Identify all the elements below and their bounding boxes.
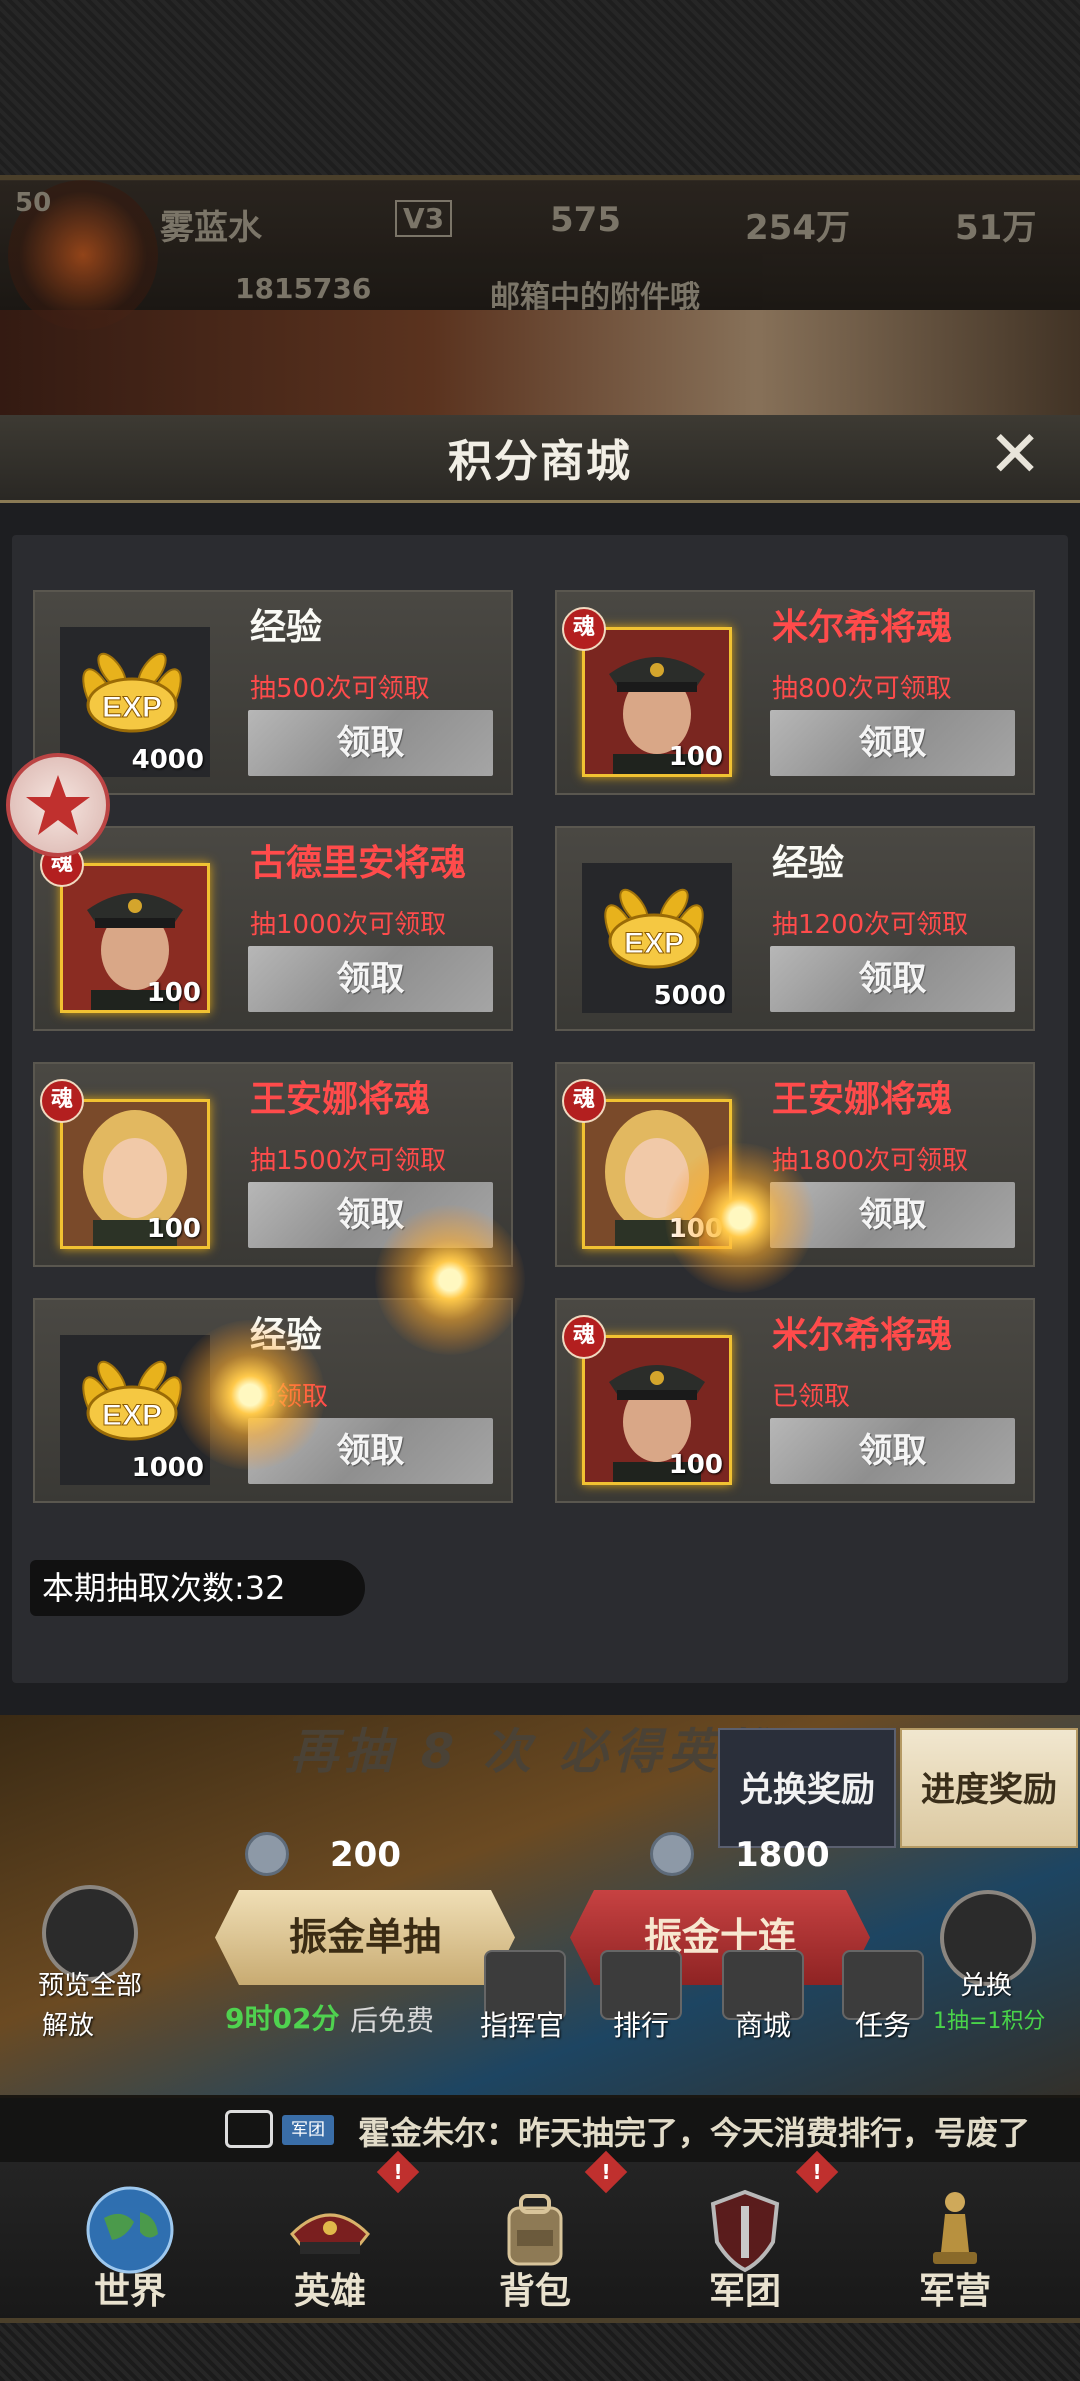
draw-count-label: 本期抽取次数:32 [30,1560,365,1616]
reward-quantity: 100 [668,1450,723,1480]
claim-button[interactable]: 领取 [248,710,493,776]
claim-button[interactable]: 领取 [770,1418,1015,1484]
claim-button[interactable]: 领取 [248,946,493,1012]
tab-progress-rewards[interactable]: 进度奖励 [900,1728,1078,1848]
reward-condition: 抽500次可领取 [250,674,430,704]
player-level: 50 [15,188,52,218]
soul-badge-icon: 魂 [562,1315,606,1359]
reward-quantity: 100 [146,1214,201,1244]
guarantee-banner: 再抽 8 次 必得英雄 [290,1724,776,1780]
reward-quantity: 5000 [653,981,726,1011]
currency-coin-icon [650,1832,694,1876]
soul-badge-icon: 魂 [562,1079,606,1123]
reward-title: 经验 [250,607,323,648]
player-hud: 50 雾蓝水 V3 575 254万 51万 1815736 邮箱中的附件哦 [0,180,1080,330]
claim-button[interactable]: 领取 [770,946,1015,1012]
top-background-strip [0,0,1080,181]
hero-portrait[interactable]: 100 [582,1335,732,1485]
reward-title: 米尔希将魂 [772,607,953,648]
hero-portrait[interactable]: 100 [582,627,732,777]
svg-text:EXP: EXP [624,927,684,960]
reward-condition: 抽1800次可领取 [772,1146,969,1176]
favorite-star-icon[interactable] [6,753,110,857]
alert-badge: ! [376,2150,420,2194]
reward-quantity: 1000 [131,1453,204,1483]
reward-title: 王安娜将魂 [772,1079,953,1120]
power-value: 1815736 [235,272,372,305]
resource-3[interactable]: 51万 [955,200,1036,249]
alert-badge: ! [584,2150,628,2194]
player-name: 雾蓝水 [160,208,262,248]
reward-card: 100 魂 米尔希将魂抽800次可领取领取 [555,590,1035,795]
reward-condition: 抽800次可领取 [772,674,952,704]
claim-button[interactable]: 领取 [770,710,1015,776]
free-suffix: 后免费 [350,2004,435,2037]
menu-shop[interactable]: 商城 [735,2004,791,2044]
single-draw-cost: 200 [330,1835,401,1875]
reward-card: 100 魂 米尔希将魂已领取领取 [555,1298,1035,1503]
reward-quantity: 100 [668,742,723,772]
hud-shortcuts-background [0,310,1080,420]
vip-badge[interactable]: V3 [395,200,453,237]
exchange-rate: 1抽=1积分 [933,2009,1046,2034]
reward-quantity: 100 [146,978,201,1008]
soul-badge-icon: 魂 [562,607,606,651]
resource-2[interactable]: 254万 [745,200,850,249]
reward-condition: 抽1200次可领取 [772,910,969,940]
reward-title: 经验 [772,843,845,884]
reward-condition: 抽1000次可领取 [250,910,447,940]
preview-all-label[interactable]: 预览全部 [38,1965,142,2002]
nav-label: 英雄 [293,2271,366,2312]
nav-label: 世界 [93,2271,166,2312]
tab-exchange-rewards[interactable]: 兑换奖励 [718,1728,896,1848]
close-icon[interactable]: ✕ [985,420,1045,490]
svg-text:EXP: EXP [102,691,162,724]
hero-portrait[interactable]: 100 [60,863,210,1013]
free-countdown: 9时02分 [225,2002,340,2035]
alert-badge: ! [795,2150,839,2194]
soul-badge-icon: 魂 [40,1079,84,1123]
exchange-label[interactable]: 兑换 [960,1965,1012,2002]
modal-title: 积分商城 [448,436,632,487]
menu-tasks[interactable]: 任务 [855,2004,911,2044]
unlock-label[interactable]: 解放 [42,2005,94,2042]
resource-1[interactable]: 575 [550,200,621,240]
nav-label: 军营 [918,2271,991,2312]
sparkle-effect [375,1205,525,1355]
ten-draw-cost: 1800 [735,1835,830,1875]
nav-label: 军团 [708,2271,781,2312]
bottom-decor-strip [0,2318,1080,2381]
exp-medal-icon[interactable]: EXP 4000 [60,627,210,777]
exp-medal-icon[interactable]: EXP 5000 [582,863,732,1013]
reward-card: EXP 5000 经验抽1200次可领取领取 [555,826,1035,1031]
reward-condition: 已领取 [772,1382,851,1412]
reward-title: 王安娜将魂 [250,1079,431,1120]
menu-ranking[interactable]: 排行 [613,2004,669,2044]
reward-title: 米尔希将魂 [772,1315,953,1356]
sparkle-effect [175,1320,325,1470]
single-draw-button[interactable]: 振金单抽 [215,1890,515,1985]
reward-card: 100 魂古德里安将魂 抽1000次可领取 领取 [33,826,513,1031]
reward-quantity: 4000 [131,745,204,775]
sparkle-effect [665,1143,815,1293]
chat-message[interactable]: 霍金朱尔：昨天抽完了，今天消费排行，号废了 [358,2108,1030,2154]
svg-text:EXP: EXP [102,1399,162,1432]
chat-channel-tag: 军团 [282,2115,334,2145]
reward-title: 古德里安将魂 [250,843,467,884]
nav-label: 背包 [498,2271,571,2312]
reward-condition: 抽1500次可领取 [250,1146,447,1176]
hero-portrait[interactable]: 100 [60,1099,210,1249]
chat-bubble-icon[interactable] [225,2110,273,2148]
menu-commander[interactable]: 指挥官 [480,2004,564,2044]
currency-coin-icon [245,1832,289,1876]
